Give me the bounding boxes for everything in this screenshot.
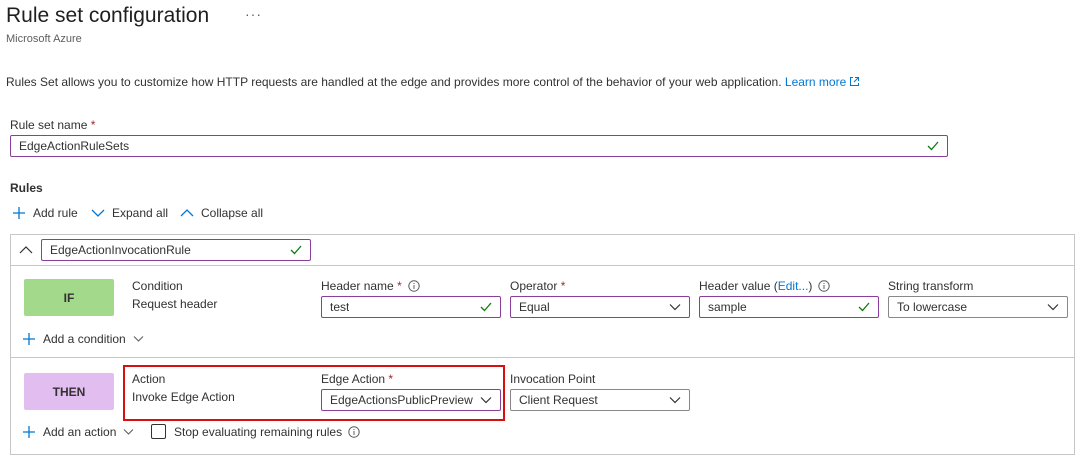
learn-more-label: Learn more: [784, 75, 847, 89]
chevron-down-icon: [124, 429, 134, 435]
condition-value: Request header: [132, 297, 218, 311]
add-condition-button[interactable]: Add a condition: [22, 332, 144, 346]
invocation-point-label: Invocation Point: [510, 372, 596, 386]
info-icon[interactable]: [408, 280, 420, 292]
then-badge: THEN: [24, 373, 114, 410]
info-icon[interactable]: [348, 425, 360, 438]
chevron-down-icon: [133, 336, 144, 342]
chevron-down-icon: [1047, 304, 1059, 311]
description-text: Rules Set allows you to customize how HT…: [6, 75, 782, 89]
page-title: Rule set configuration: [6, 4, 210, 27]
string-transform-select[interactable]: To lowercase: [888, 296, 1068, 318]
stop-evaluating-option: Stop evaluating remaining rules: [151, 424, 367, 439]
header-name-label: Header name *: [321, 279, 420, 293]
operator-label: Operator *: [510, 279, 566, 293]
invocation-point-select[interactable]: Client Request: [510, 389, 690, 411]
chevron-down-icon: [669, 397, 681, 404]
rule-card: [10, 234, 1075, 455]
plus-icon: [13, 207, 25, 219]
external-link-icon: [850, 77, 860, 86]
description: Rules Set allows you to customize how HT…: [6, 75, 860, 89]
expand-all-button[interactable]: Expand all: [91, 206, 168, 220]
info-icon[interactable]: [818, 280, 831, 292]
edit-header-value-link[interactable]: Edit...: [778, 279, 809, 293]
add-rule-button[interactable]: Add rule: [12, 206, 78, 220]
section-divider: [11, 357, 1074, 358]
collapse-all-button[interactable]: Collapse all: [180, 206, 263, 220]
page-subtitle: Microsoft Azure: [6, 33, 82, 45]
stop-evaluating-checkbox[interactable]: [151, 424, 166, 439]
checkmark-icon: [858, 302, 870, 312]
learn-more-link[interactable]: Learn more: [785, 75, 860, 89]
chevron-down-icon: [91, 209, 105, 217]
header-value-label: Header value (Edit...): [699, 279, 831, 293]
rules-heading: Rules: [10, 181, 43, 195]
rule-name-input[interactable]: EdgeActionInvocationRule: [41, 239, 311, 261]
highlight-box: [123, 365, 505, 421]
chevron-up-icon: [180, 209, 194, 217]
more-options-button[interactable]: ···: [245, 6, 262, 22]
rule-set-name-input[interactable]: EdgeActionRuleSets: [10, 135, 948, 157]
chevron-down-icon: [669, 304, 681, 311]
collapse-rule-chevron-icon[interactable]: [19, 244, 33, 256]
add-action-button[interactable]: Add an action: [22, 425, 134, 439]
plus-icon: [23, 333, 35, 345]
checkmark-icon: [290, 245, 302, 255]
header-name-input[interactable]: test: [321, 296, 501, 318]
header-value-input[interactable]: sample: [699, 296, 879, 318]
rule-set-name-label: Rule set name *: [10, 118, 96, 132]
plus-icon: [23, 426, 35, 438]
operator-select[interactable]: Equal: [510, 296, 690, 318]
checkmark-icon: [480, 302, 492, 312]
string-transform-label: String transform: [888, 279, 974, 293]
if-badge: IF: [24, 279, 114, 316]
condition-label: Condition: [132, 279, 183, 293]
checkmark-icon: [927, 141, 939, 151]
